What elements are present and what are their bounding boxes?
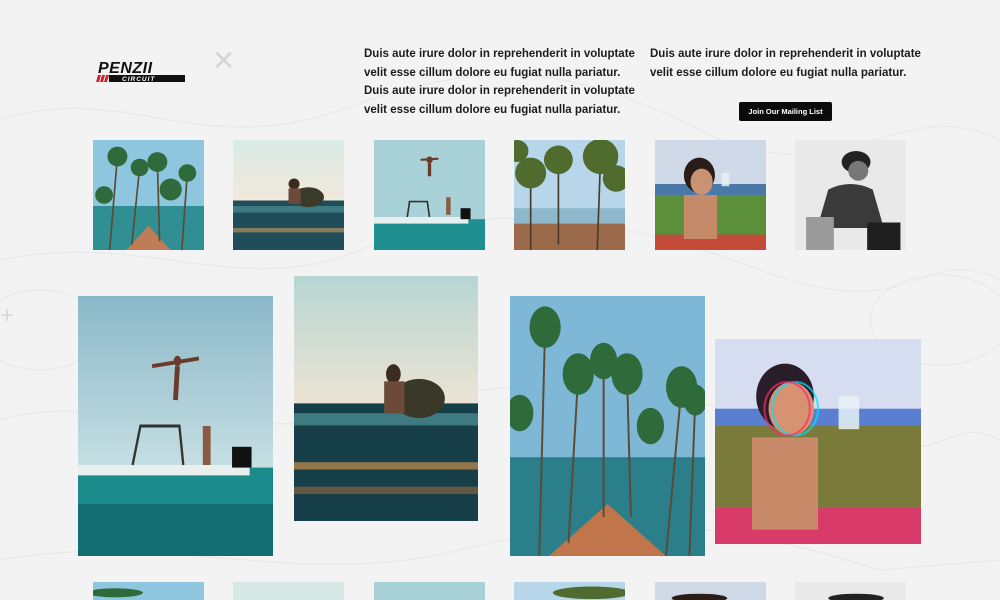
thumbnail-palm-road[interactable] — [93, 140, 204, 250]
thumbnail-man-crouching[interactable] — [795, 140, 906, 250]
featured-image-palm-road[interactable] — [510, 296, 705, 556]
thumbnail-palm-road-row3[interactable] — [93, 582, 204, 600]
thumbnail-surfer-sitting-row3[interactable] — [233, 582, 344, 600]
logo-subtitle: CIRCUIT — [122, 76, 155, 83]
thumbnail-man-crouching-row3[interactable] — [795, 582, 906, 600]
featured-image-woman-drinking-glitch[interactable] — [715, 339, 921, 544]
thumbnail-lake-trees-row3[interactable] — [514, 582, 625, 600]
thumbnail-surfer-sitting[interactable] — [233, 140, 344, 250]
featured-image-surfer-sitting[interactable] — [294, 276, 478, 521]
decorative-cross: ✕ — [212, 45, 236, 76]
thumbnail-boat-jump-row3[interactable] — [374, 582, 485, 600]
join-mailing-list-button[interactable]: Join Our Mailing List — [739, 102, 832, 121]
featured-image-boat-jump[interactable] — [78, 296, 273, 556]
intro-paragraph-left: Duis aute irure dolor in reprehenderit i… — [364, 48, 635, 116]
decorative-plus: + — [0, 302, 15, 329]
logo[interactable]: PENZII CIRCUIT — [96, 58, 188, 84]
logo-wordmark: PENZII — [98, 60, 153, 77]
thumbnail-woman-drinking-row3[interactable] — [655, 582, 766, 600]
intro-paragraph-right: Duis aute irure dolor in reprehenderit i… — [650, 48, 921, 79]
thumbnail-lake-trees[interactable] — [514, 140, 625, 250]
thumbnail-boat-jump[interactable] — [374, 140, 485, 250]
thumbnail-woman-drinking[interactable] — [655, 140, 766, 250]
